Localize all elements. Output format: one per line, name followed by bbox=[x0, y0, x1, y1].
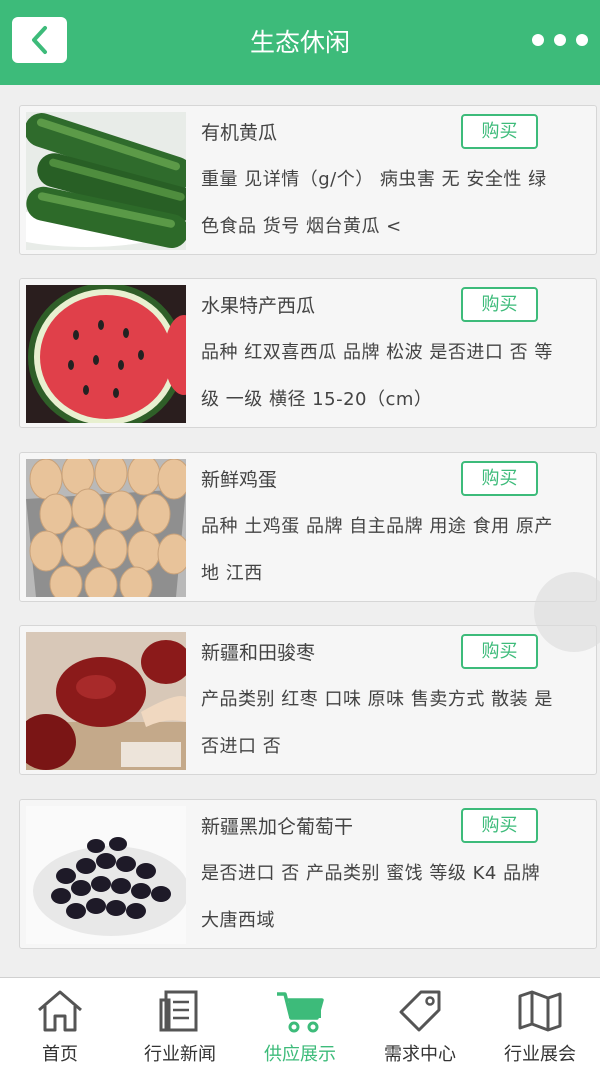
eggs-image bbox=[26, 459, 186, 597]
tag-icon bbox=[399, 990, 441, 1032]
buy-button[interactable]: 购买 bbox=[461, 287, 538, 322]
product-name[interactable]: 新疆黑加仑葡萄干 bbox=[201, 812, 353, 839]
product-card[interactable]: 有机黄瓜 购买 重量 见详情（g/个） 病虫害 无 安全性 绿色食品 货号 烟台… bbox=[19, 105, 597, 255]
product-desc: 品种 红双喜西瓜 品牌 松波 是否进口 否 等级 一级 横径 15-20（cm） bbox=[201, 342, 553, 410]
buy-button[interactable]: 购买 bbox=[461, 808, 538, 843]
bottom-tabbar: 首页 行业新闻 供应展示 需求中心 行业展会 bbox=[0, 977, 600, 1067]
product-card[interactable]: 新疆黑加仑葡萄干 购买 是否进口 否 产品类别 蜜饯 等级 K4 品牌 大唐西域 bbox=[19, 799, 597, 949]
tab-expo[interactable]: 行业展会 bbox=[480, 978, 600, 1067]
product-desc: 重量 见详情（g/个） 病虫害 无 安全性 绿色食品 货号 烟台黄瓜 < bbox=[201, 169, 547, 237]
product-desc: 是否进口 否 产品类别 蜜饯 等级 K4 品牌 大唐西域 bbox=[201, 863, 541, 931]
tab-label: 行业新闻 bbox=[144, 1044, 216, 1065]
more-button[interactable] bbox=[532, 28, 588, 52]
product-name[interactable]: 有机黄瓜 bbox=[201, 118, 277, 145]
more-dots-icon bbox=[532, 34, 544, 46]
buy-button[interactable]: 购买 bbox=[461, 634, 538, 669]
tab-label: 需求中心 bbox=[384, 1044, 456, 1065]
jujube-image bbox=[26, 632, 186, 770]
buy-button[interactable]: 购买 bbox=[461, 461, 538, 496]
tab-news[interactable]: 行业新闻 bbox=[120, 978, 240, 1067]
tab-label: 行业展会 bbox=[504, 1044, 576, 1065]
tab-supply[interactable]: 供应展示 bbox=[240, 978, 360, 1067]
cucumber-image bbox=[26, 112, 186, 250]
tab-label: 供应展示 bbox=[264, 1044, 336, 1065]
product-desc: 产品类别 红枣 口味 原味 售卖方式 散装 是否进口 否 bbox=[201, 689, 553, 757]
app-header: 生态休闲 bbox=[0, 0, 600, 85]
product-name[interactable]: 水果特产西瓜 bbox=[201, 291, 315, 318]
product-card[interactable]: 新鲜鸡蛋 购买 品种 土鸡蛋 品牌 自主品牌 用途 食用 原产地 江西 bbox=[19, 452, 597, 602]
product-card[interactable]: 水果特产西瓜 购买 品种 红双喜西瓜 品牌 松波 是否进口 否 等级 一级 横径… bbox=[19, 278, 597, 428]
news-icon bbox=[159, 990, 198, 1032]
product-desc: 品种 土鸡蛋 品牌 自主品牌 用途 食用 原产地 江西 bbox=[201, 516, 553, 584]
product-name[interactable]: 新疆和田骏枣 bbox=[201, 638, 315, 665]
page-title: 生态休闲 bbox=[249, 28, 350, 57]
product-card[interactable]: 新疆和田骏枣 购买 产品类别 红枣 口味 原味 售卖方式 散装 是否进口 否 bbox=[19, 625, 597, 775]
map-icon bbox=[518, 990, 562, 1032]
product-name[interactable]: 新鲜鸡蛋 bbox=[201, 465, 277, 492]
chevron-left-icon bbox=[31, 26, 47, 54]
tab-label: 首页 bbox=[42, 1044, 78, 1065]
home-icon bbox=[38, 990, 82, 1032]
tab-home[interactable]: 首页 bbox=[0, 978, 120, 1067]
buy-button[interactable]: 购买 bbox=[461, 114, 538, 149]
watermelon-image bbox=[26, 285, 186, 423]
tab-demand[interactable]: 需求中心 bbox=[360, 978, 480, 1067]
raisins-image bbox=[26, 806, 186, 944]
cart-icon bbox=[277, 992, 324, 1033]
back-button[interactable] bbox=[12, 17, 67, 63]
